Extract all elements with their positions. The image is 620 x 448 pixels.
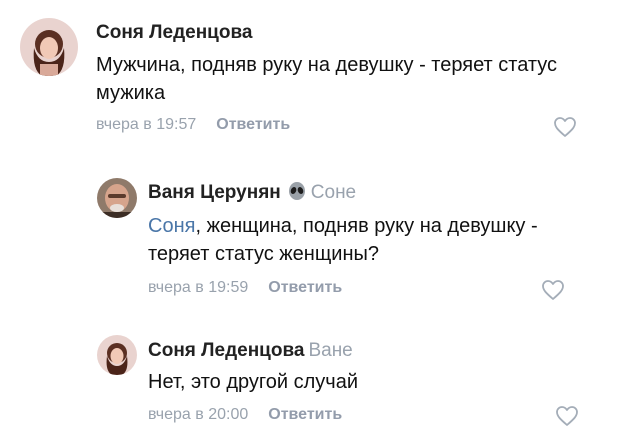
author-avatar[interactable] — [20, 18, 78, 76]
heart-outline-icon[interactable] — [541, 279, 565, 301]
reply-button[interactable]: Ответить — [268, 406, 342, 423]
reply-button[interactable]: Ответить — [268, 279, 342, 296]
mention-link[interactable]: Соня — [148, 215, 195, 237]
reply-to-name[interactable]: Соне — [311, 182, 356, 203]
reply-to-name[interactable]: Ване — [308, 340, 352, 361]
comment-time: вчера в 19:59 — [148, 279, 249, 296]
comment-text: Соня, женщина, подняв руку на девушку - … — [148, 212, 568, 268]
comment-text-body: , женщина, подняв руку на девушку - теря… — [148, 215, 538, 265]
heart-outline-icon[interactable] — [555, 405, 579, 427]
alien-emoji-icon — [287, 181, 307, 201]
comment-text: Мужчина, подняв руку на девушку - теряет… — [96, 51, 586, 107]
author-avatar[interactable] — [97, 178, 137, 218]
author-name-text[interactable]: Соня Леденцова — [148, 340, 304, 361]
comment-meta: вчера в 19:59 Ответить — [148, 279, 342, 297]
comment-text-body: Нет, это другой случай — [148, 371, 358, 393]
reply-button[interactable]: Ответить — [216, 116, 290, 133]
author-name[interactable]: Соня Леденцова Ване — [148, 340, 353, 362]
comment-time: вчера в 19:57 — [96, 116, 197, 133]
author-name[interactable]: Ваня Церунян Соне — [148, 181, 356, 204]
comment-meta: вчера в 19:57 Ответить — [96, 116, 290, 134]
comment-text: Нет, это другой случай — [148, 368, 568, 396]
author-avatar[interactable] — [97, 335, 137, 375]
comment-text-body: Мужчина, подняв руку на девушку - теряет… — [96, 54, 558, 104]
comment-meta: вчера в 20:00 Ответить — [148, 406, 342, 424]
heart-outline-icon[interactable] — [553, 116, 577, 138]
author-name[interactable]: Соня Леденцова — [96, 22, 252, 44]
comment-time: вчера в 20:00 — [148, 406, 249, 423]
author-name-text[interactable]: Ваня Церунян — [148, 182, 281, 203]
author-name-text[interactable]: Соня Леденцова — [96, 22, 252, 43]
